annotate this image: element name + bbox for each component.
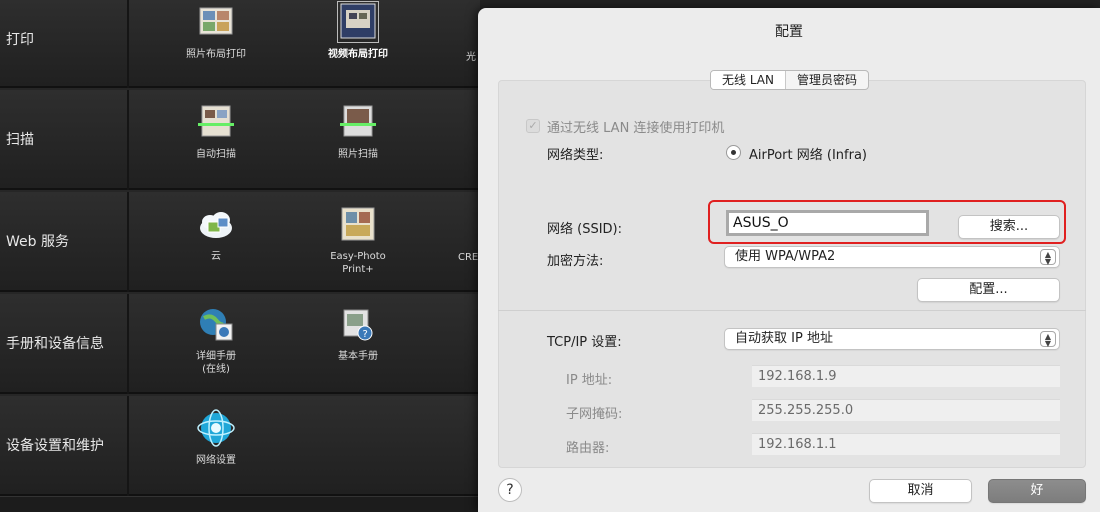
use-wireless-lan-checkbox[interactable]: ✓ [526, 119, 540, 133]
basic-manual-icon: ? [343, 309, 373, 341]
app-label: 网络设置 [196, 455, 236, 466]
encryption-select[interactable]: 使用 WPA/WPA2 ▲ ▼ [724, 246, 1060, 268]
network-type-label: 网络类型: [547, 148, 604, 163]
category-row-print: 打印 照片布局打印 视频布局打印 光 [0, 0, 480, 88]
router-label: 路由器: [566, 441, 610, 456]
app-label: 云 [211, 251, 221, 262]
app-label: Easy-Photo [330, 251, 386, 262]
app-label: Print+ [342, 264, 374, 275]
category-row-manuals: 手册和设备信息 详细手册 (在线) ? 基本手册 [0, 294, 480, 394]
subnet-mask-field: 255.255.255.0 [752, 399, 1060, 421]
help-button[interactable]: ? [498, 478, 522, 502]
configuration-dialog: 配置 无线 LAN 管理员密码 ✓ 通过无线 LAN 连接使用打印机 网络类型:… [478, 8, 1100, 512]
subnet-mask-label: 子网掩码: [566, 407, 623, 422]
globe-manual-icon [200, 309, 233, 341]
ip-address-field: 192.168.1.9 [752, 365, 1060, 387]
tab-wireless-lan[interactable]: 无线 LAN [711, 71, 786, 89]
ssid-input[interactable]: ASUS_O [726, 210, 929, 236]
screen: 打印 照片布局打印 视频布局打印 光 扫描 自动扫描 照片扫描 Web 服务 云… [0, 0, 1100, 512]
tcpip-select-value: 自动获取 IP 地址 [735, 331, 833, 346]
tab-bar: 无线 LAN 管理员密码 [710, 70, 869, 90]
svg-text:?: ? [363, 329, 368, 340]
tcpip-label: TCP/IP 设置: [547, 335, 622, 350]
app-label-partial: 光 [466, 52, 476, 63]
ssid-label: 网络 (SSID): [547, 222, 623, 237]
search-button[interactable]: 搜索... [958, 215, 1060, 239]
app-label: 基本手册 [338, 351, 378, 362]
app-detailed-manual[interactable]: 详细手册 (在线) [168, 304, 264, 376]
app-label: 视频布局打印 [328, 49, 388, 60]
encryption-label: 加密方法: [547, 254, 604, 269]
divider [127, 0, 129, 88]
category-label[interactable]: 设备设置和维护 [6, 396, 126, 496]
divider [498, 310, 1086, 311]
status-bar [0, 496, 480, 512]
category-label[interactable]: 扫描 [6, 90, 126, 190]
app-auto-scan[interactable]: 自动扫描 [168, 102, 264, 161]
cloud-icon [200, 212, 232, 238]
configure-button[interactable]: 配置... [917, 278, 1060, 302]
app-label: 自动扫描 [196, 149, 236, 160]
divider [127, 396, 129, 496]
chevron-up-down-icon: ▲ ▼ [1040, 249, 1056, 266]
app-label: 详细手册 [196, 351, 236, 362]
video-layout-print-icon [337, 1, 379, 43]
dialog-title: 配置 [775, 24, 803, 40]
photo-scan-icon [340, 105, 376, 137]
network-type-radio[interactable] [726, 145, 741, 160]
app-label: 照片布局打印 [186, 49, 246, 60]
router-field: 192.168.1.1 [752, 433, 1060, 455]
app-label: 照片扫描 [338, 149, 378, 160]
easy-photo-print-icon [341, 207, 375, 241]
app-basic-manual[interactable]: ? 基本手册 [310, 304, 406, 363]
network-type-value: AirPort 网络 (Infra) [749, 148, 867, 163]
category-row-device-settings: 设备设置和维护 网络设置 [0, 396, 480, 496]
app-video-layout-print[interactable]: 视频布局打印 [310, 1, 406, 61]
app-photo-layout-print[interactable]: 照片布局打印 [168, 2, 264, 61]
category-row-web-service: Web 服务 云 Easy-Photo Print+ CRE [0, 192, 480, 292]
app-label: (在线) [202, 364, 230, 375]
chevron-up-down-icon: ▲ ▼ [1040, 331, 1056, 348]
background-launcher-app: 打印 照片布局打印 视频布局打印 光 扫描 自动扫描 照片扫描 Web 服务 云… [0, 0, 480, 512]
app-label-partial: CRE [458, 252, 479, 263]
encryption-select-value: 使用 WPA/WPA2 [735, 249, 836, 264]
app-cloud[interactable]: 云 [168, 204, 264, 263]
divider [127, 294, 129, 394]
category-label[interactable]: 手册和设备信息 [6, 294, 126, 394]
app-photo-scan[interactable]: 照片扫描 [310, 102, 406, 161]
app-easy-photo-print[interactable]: Easy-Photo Print+ [310, 204, 406, 276]
app-network-settings[interactable]: 网络设置 [168, 408, 264, 467]
category-label[interactable]: 打印 [6, 0, 126, 88]
cancel-button[interactable]: 取消 [869, 479, 972, 503]
use-wireless-lan-label: 通过无线 LAN 连接使用打印机 [547, 121, 725, 136]
tab-admin-password[interactable]: 管理员密码 [786, 71, 868, 89]
ip-address-label: IP 地址: [566, 373, 613, 388]
ok-button[interactable]: 好 [988, 479, 1086, 503]
tcpip-select[interactable]: 自动获取 IP 地址 ▲ ▼ [724, 328, 1060, 350]
network-globe-icon [197, 409, 235, 447]
photo-layout-print-icon [199, 7, 233, 35]
divider [127, 192, 129, 292]
category-label[interactable]: Web 服务 [6, 192, 126, 292]
category-row-scan: 扫描 自动扫描 照片扫描 [0, 90, 480, 190]
divider [127, 90, 129, 190]
auto-scan-icon [198, 105, 234, 137]
